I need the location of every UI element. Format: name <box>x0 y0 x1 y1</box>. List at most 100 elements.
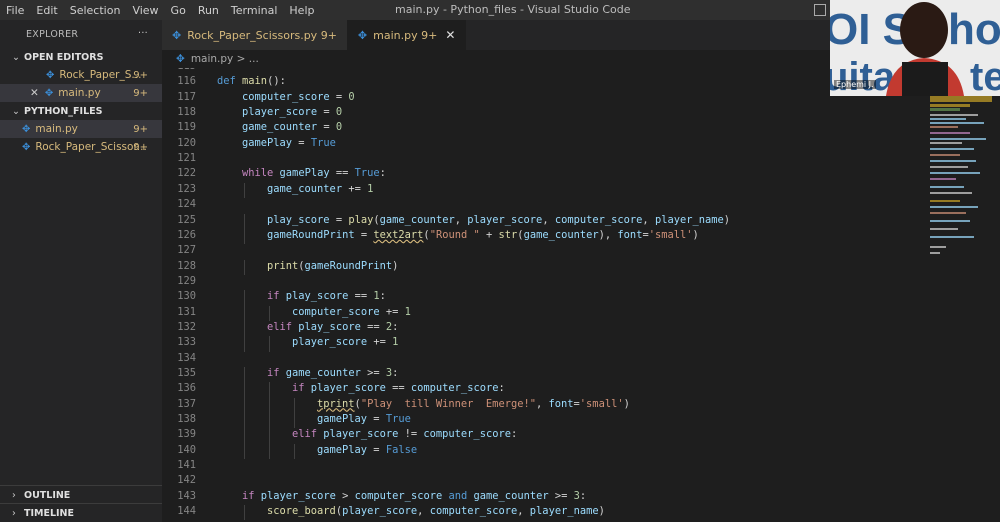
code-token: += <box>342 182 368 195</box>
menu-edit[interactable]: Edit <box>30 4 63 17</box>
code-token: computer_score <box>242 90 330 103</box>
code-line: gameRoundPrint = text2art("Round " + str… <box>267 229 699 241</box>
code-line: def main(): <box>217 75 286 87</box>
close-icon[interactable]: ✕ <box>445 28 455 42</box>
file-item[interactable]: ✥ Rock_Paper_Scissor... 9+ <box>0 138 162 156</box>
indent-guide <box>244 397 245 414</box>
menu-view[interactable]: View <box>126 4 164 17</box>
line-number: 136 <box>177 382 196 395</box>
timeline-section[interactable]: › TIMELINE <box>0 503 162 522</box>
code-token: gameRoundPrint <box>304 259 393 272</box>
code-token: "Round " <box>429 228 480 241</box>
menu-terminal[interactable]: Terminal <box>225 4 284 17</box>
line-number: 137 <box>177 397 196 410</box>
code-token: player_score <box>467 213 543 226</box>
code-token: print <box>267 259 299 272</box>
code-token: play_score <box>285 290 349 303</box>
code-editor[interactable]: 115116def main():117computer_score = 011… <box>162 68 830 522</box>
indent-guide <box>269 305 270 321</box>
menu-help[interactable]: Help <box>283 4 320 17</box>
line-number: 133 <box>177 336 196 349</box>
minimap-line <box>930 166 968 168</box>
code-token: player_score <box>260 489 336 502</box>
code-token: 1 <box>367 182 374 195</box>
indent-guide <box>269 397 270 414</box>
open-editors-section[interactable]: ⌄ OPEN EDITORS <box>0 48 162 66</box>
file-name: main.py <box>35 123 78 135</box>
code-token: : <box>379 167 386 180</box>
problems-badge: 9+ <box>133 87 148 99</box>
indent-guide <box>244 259 245 275</box>
minimap[interactable] <box>928 96 992 256</box>
code-token: ) <box>723 213 731 226</box>
line-number: 131 <box>177 305 196 318</box>
code-token: , <box>417 505 430 518</box>
minimap-line <box>930 132 970 134</box>
open-editor-name: Rock_Paper_S... <box>59 69 142 81</box>
python-file-icon: ✥ <box>22 123 31 135</box>
editor-scrollbar[interactable] <box>993 96 1000 522</box>
minimap-line <box>930 172 980 174</box>
minimap-line <box>930 108 960 111</box>
code-token: font <box>548 397 574 410</box>
indent-guide <box>244 382 245 398</box>
tab-main-py[interactable]: ✥ main.py 9+ ✕ <box>347 20 467 50</box>
menu-run[interactable]: Run <box>192 4 225 17</box>
menu-go[interactable]: Go <box>165 4 192 17</box>
line-number: 127 <box>177 244 196 257</box>
minimap-line <box>930 200 960 202</box>
line-number: 125 <box>177 213 196 226</box>
explorer-title: EXPLORER <box>26 28 79 40</box>
outline-section[interactable]: › OUTLINE <box>0 485 162 504</box>
file-item[interactable]: ✥ main.py 9+ <box>0 120 162 138</box>
code-line: player_score = 0 <box>242 106 342 118</box>
line-number: 118 <box>177 106 196 119</box>
code-line: elif player_score != computer_score: <box>292 428 517 440</box>
line-number: 123 <box>177 182 196 195</box>
code-token: main <box>242 75 268 88</box>
code-token: if <box>242 489 261 502</box>
folder-label: PYTHON_FILES <box>24 105 103 117</box>
line-number: 132 <box>177 320 196 333</box>
breadcrumb: ✥ main.py > ... <box>162 50 259 68</box>
code-line: gamePlay = True <box>317 413 411 425</box>
folder-section[interactable]: ⌄ PYTHON_FILES <box>0 102 162 120</box>
line-number: 139 <box>177 428 196 441</box>
close-icon[interactable]: ✕ <box>30 87 39 99</box>
problems-badge: 9+ <box>133 141 148 153</box>
indent-guide <box>269 443 270 460</box>
code-token: gamePlay <box>279 167 330 180</box>
menu-file[interactable]: File <box>0 4 30 17</box>
indent-guide <box>244 305 245 321</box>
code-token: 1 <box>392 336 399 349</box>
code-token: = <box>354 228 374 241</box>
menu-selection[interactable]: Selection <box>64 4 127 17</box>
tab-rock-paper-scissors[interactable]: ✥ Rock_Paper_Scissors.py 9+ <box>162 20 348 50</box>
code-line: elif play_score == 2: <box>267 321 398 333</box>
code-token: tprint <box>317 397 355 410</box>
code-token: , <box>535 397 549 410</box>
problems-badge: 9+ <box>133 123 148 135</box>
line-number: 130 <box>177 290 196 303</box>
layout-toggle-icon[interactable] <box>814 4 826 16</box>
code-line: if game_counter >= 3: <box>267 367 398 379</box>
minimap-line <box>930 114 978 116</box>
line-number: 117 <box>177 90 196 103</box>
python-file-icon: ✥ <box>46 69 55 81</box>
problems-badge: 9+ <box>133 69 148 81</box>
more-actions-icon[interactable]: ··· <box>138 28 148 39</box>
indent-guide <box>244 413 245 429</box>
code-token: += <box>379 305 405 318</box>
code-token: == <box>329 167 355 180</box>
open-editor-item[interactable]: ✕ ✥ main.py 9+ <box>0 84 162 102</box>
line-number: 115 <box>162 68 196 72</box>
code-token: computer_score <box>423 428 511 441</box>
line-number: 144 <box>177 505 196 518</box>
open-editor-item[interactable]: ✥ Rock_Paper_S... 9+ <box>0 66 162 84</box>
code-token: gameRoundPrint <box>267 228 355 241</box>
minimap-line <box>930 96 992 102</box>
code-line: print(gameRoundPrint) <box>267 260 398 272</box>
timeline-label: TIMELINE <box>24 507 74 519</box>
breadcrumb-file[interactable]: main.py <box>191 53 233 65</box>
breadcrumb-rest[interactable]: ... <box>249 53 259 65</box>
